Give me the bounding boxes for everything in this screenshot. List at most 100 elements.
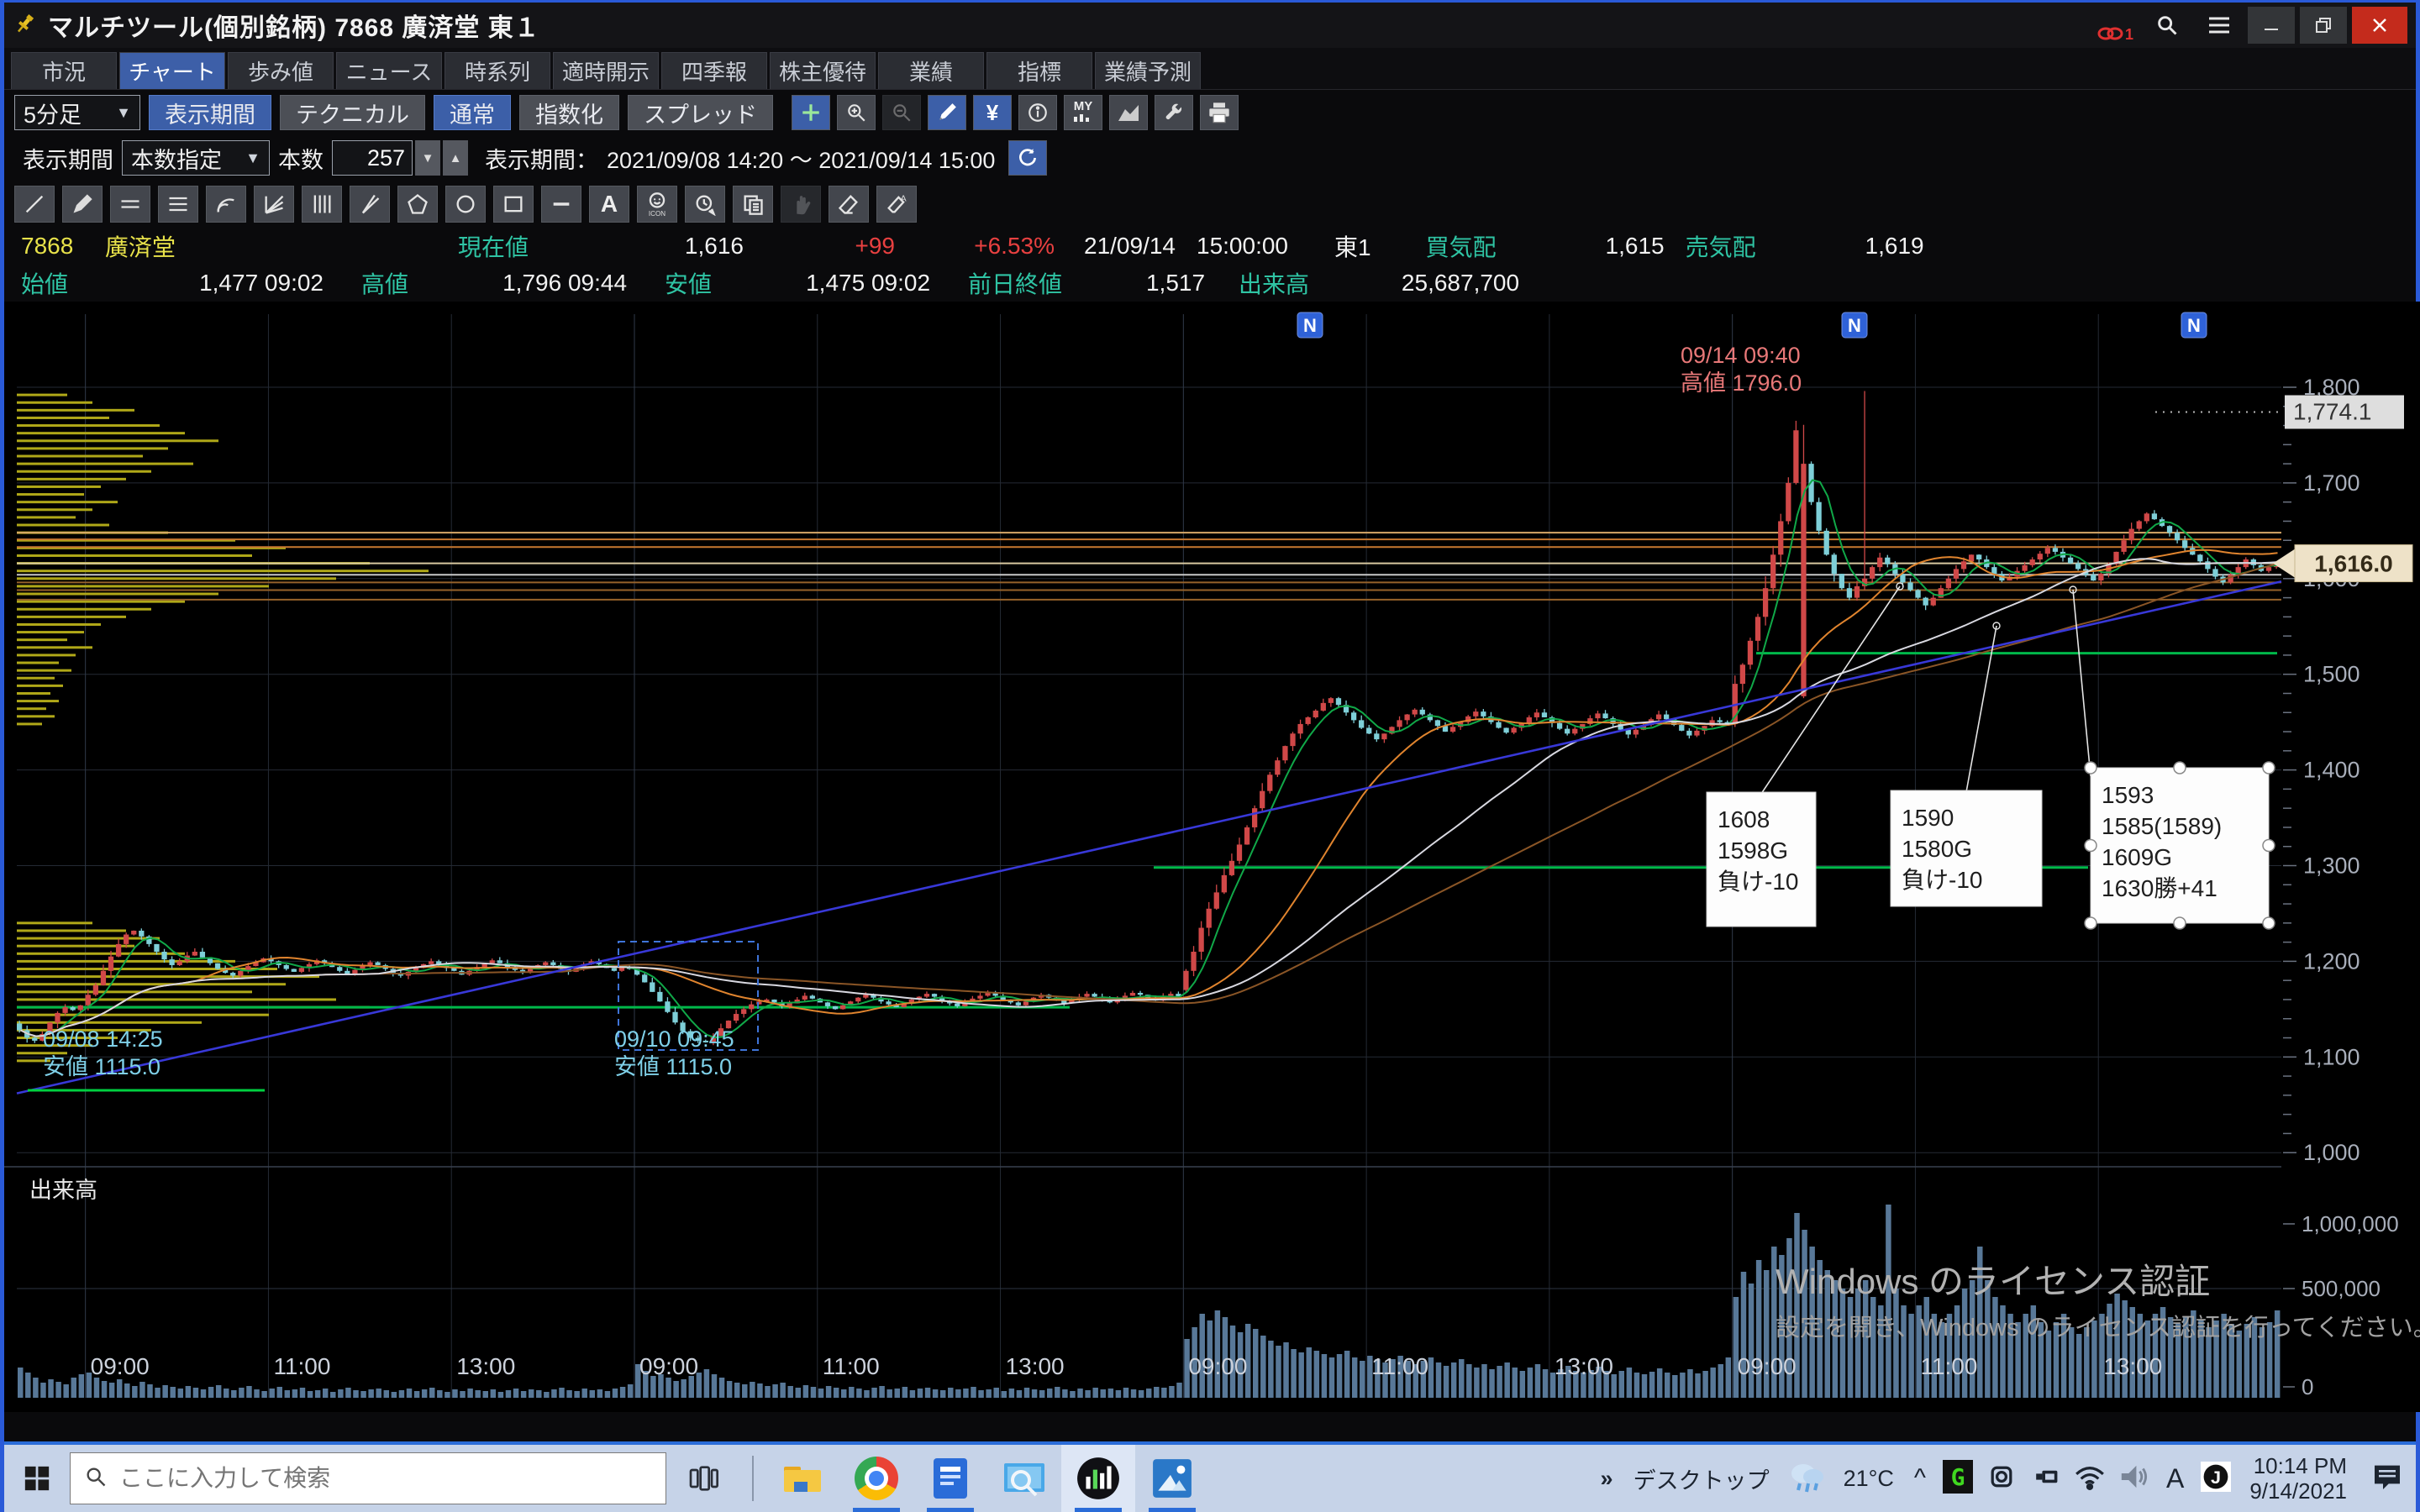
text-a-icon[interactable]: A (589, 186, 629, 223)
zoom-out-icon[interactable] (882, 95, 921, 130)
toolbar-button-2[interactable]: 通常 (434, 95, 511, 130)
pentagon-icon[interactable] (397, 186, 438, 223)
price-label: 現在値 (458, 229, 567, 263)
toolbar-button-4[interactable]: スプレッド (628, 95, 773, 130)
taskbar-divider (752, 1456, 754, 1501)
area-chart-icon[interactable] (1109, 95, 1148, 130)
eraser-icon[interactable] (829, 186, 869, 223)
trading-app-icon[interactable] (913, 1445, 987, 1512)
camera-tray-icon[interactable] (1986, 1462, 2017, 1496)
svg-text:N: N (2187, 315, 2201, 336)
pencil-line-icon[interactable] (62, 186, 103, 223)
svg-text:1,000,000: 1,000,000 (2302, 1211, 2399, 1236)
count-down-button[interactable]: ▼ (415, 140, 440, 176)
zoom-in-icon[interactable] (837, 95, 876, 130)
tab-tekiji[interactable]: 適時開示 (553, 52, 659, 89)
tab-shikyo[interactable]: 市況 (11, 52, 117, 89)
wifi-tray-icon[interactable] (2074, 1463, 2106, 1494)
clock-date: 9/14/2021 (2249, 1478, 2347, 1504)
minimize-button[interactable] (2248, 7, 2295, 44)
interval-select[interactable]: 5分足▼ (14, 95, 140, 130)
power-tray-icon[interactable] (2030, 1462, 2060, 1496)
reset-period-button[interactable] (1008, 140, 1047, 176)
eraser-a-icon[interactable]: A (876, 186, 917, 223)
toolbar-button-1[interactable]: テクニカル (280, 95, 425, 130)
volume-tray-icon[interactable] (2119, 1463, 2149, 1494)
printer-icon[interactable] (1200, 95, 1239, 130)
toolbar-button-3[interactable]: 指数化 (519, 95, 619, 130)
tab-shihyo[interactable]: 指標 (986, 52, 1092, 89)
count-up-button[interactable]: ▲ (443, 140, 468, 176)
link-group-icon[interactable]: 1 (2091, 7, 2139, 44)
ellipse-icon[interactable] (445, 186, 486, 223)
svg-text:1590: 1590 (1902, 805, 1954, 831)
angle-lines-icon[interactable] (350, 186, 390, 223)
tab-yutai[interactable]: 株主優待 (770, 52, 876, 89)
my-chart-icon[interactable]: MY (1064, 95, 1102, 130)
search-icon[interactable] (2144, 7, 2191, 44)
wrench-icon[interactable] (1155, 95, 1193, 130)
open-label: 始値 (21, 266, 105, 300)
task-view-button[interactable] (666, 1445, 740, 1512)
taskbar-clock[interactable]: 10:14 PM 9/14/2021 (2249, 1453, 2347, 1504)
toolbar-button-0[interactable]: 表示期間 (149, 95, 271, 130)
tray-chevron[interactable]: ^ (1914, 1464, 1926, 1493)
period-mode-select[interactable]: 本数指定▼ (122, 140, 270, 176)
pencil-icon[interactable] (928, 95, 966, 130)
icon-stamp-icon[interactable]: ICON (637, 186, 677, 223)
fan-lines-icon[interactable] (254, 186, 294, 223)
tab-yosoku[interactable]: 業績予測 (1095, 52, 1201, 89)
tab-jikeiretsu[interactable]: 時系列 (445, 52, 550, 89)
count-input[interactable]: 257 (332, 140, 413, 176)
close-button[interactable] (2352, 7, 2407, 44)
svg-text:1608: 1608 (1718, 806, 1770, 832)
photos-app-icon[interactable] (1135, 1445, 1209, 1512)
range-label: 表示期間： (485, 142, 598, 175)
screen-capture-icon[interactable] (987, 1445, 1061, 1512)
led-tray-icon[interactable]: G (1943, 1460, 1973, 1498)
tab-chart[interactable]: チャート (119, 52, 225, 89)
file-explorer-icon[interactable] (765, 1445, 839, 1512)
hlines2-icon[interactable] (110, 186, 150, 223)
tab-ayumine[interactable]: 歩み値 (228, 52, 334, 89)
overflow-chevron[interactable]: » (1601, 1466, 1613, 1492)
clock-icon[interactable] (685, 186, 725, 223)
tab-shikiho[interactable]: 四季報 (661, 52, 767, 89)
desktop-toolbar-label[interactable]: デスクトップ (1634, 1462, 1770, 1495)
hsegment-icon[interactable] (541, 186, 581, 223)
action-center-icon[interactable] (2370, 1460, 2404, 1498)
hlines3-icon[interactable] (158, 186, 198, 223)
vlines-icon[interactable] (302, 186, 342, 223)
info-icon[interactable] (1018, 95, 1057, 130)
svg-text:09:00: 09:00 (639, 1353, 698, 1379)
rectangle-icon[interactable] (493, 186, 534, 223)
svg-text:1,300: 1,300 (2303, 853, 2360, 879)
hand-icon[interactable] (781, 186, 821, 223)
search-input[interactable] (119, 1465, 623, 1492)
start-button[interactable] (4, 1445, 70, 1512)
taskbar-search[interactable] (70, 1452, 666, 1504)
price-chart[interactable]: 16081598G負け-1015901580G負け-1015931585(158… (4, 302, 2420, 1412)
weather-icon[interactable] (1786, 1458, 1827, 1499)
svg-text:13:00: 13:00 (2103, 1353, 2162, 1379)
chrome-icon[interactable] (839, 1445, 913, 1512)
open-value: 1,477 09:02 (105, 270, 324, 297)
svg-text:0: 0 (2302, 1374, 2313, 1399)
yen-icon[interactable]: ¥ (973, 95, 1012, 130)
restore-button[interactable] (2300, 7, 2347, 44)
trend-line-icon[interactable] (14, 186, 55, 223)
copy-icon[interactable] (733, 186, 773, 223)
tab-news[interactable]: ニュース (336, 52, 442, 89)
ime-icon[interactable]: J (2201, 1462, 2231, 1496)
svg-text:1609G: 1609G (2102, 844, 2172, 870)
menu-icon[interactable] (2196, 7, 2243, 44)
svg-text:1585(1589): 1585(1589) (2102, 813, 2222, 839)
ime-mode-label[interactable]: A (2166, 1463, 2184, 1494)
tab-gyoseki[interactable]: 業績 (878, 52, 984, 89)
fib-arc-icon[interactable] (206, 186, 246, 223)
svg-text:11:00: 11:00 (273, 1353, 330, 1379)
plus-icon[interactable] (792, 95, 830, 130)
temperature-label[interactable]: 21°C (1844, 1466, 1894, 1492)
title-bar: マルチツール(個別銘柄) 7868 廣済堂 東１ 1 (4, 3, 2416, 48)
active-chart-app-icon[interactable] (1061, 1445, 1135, 1512)
